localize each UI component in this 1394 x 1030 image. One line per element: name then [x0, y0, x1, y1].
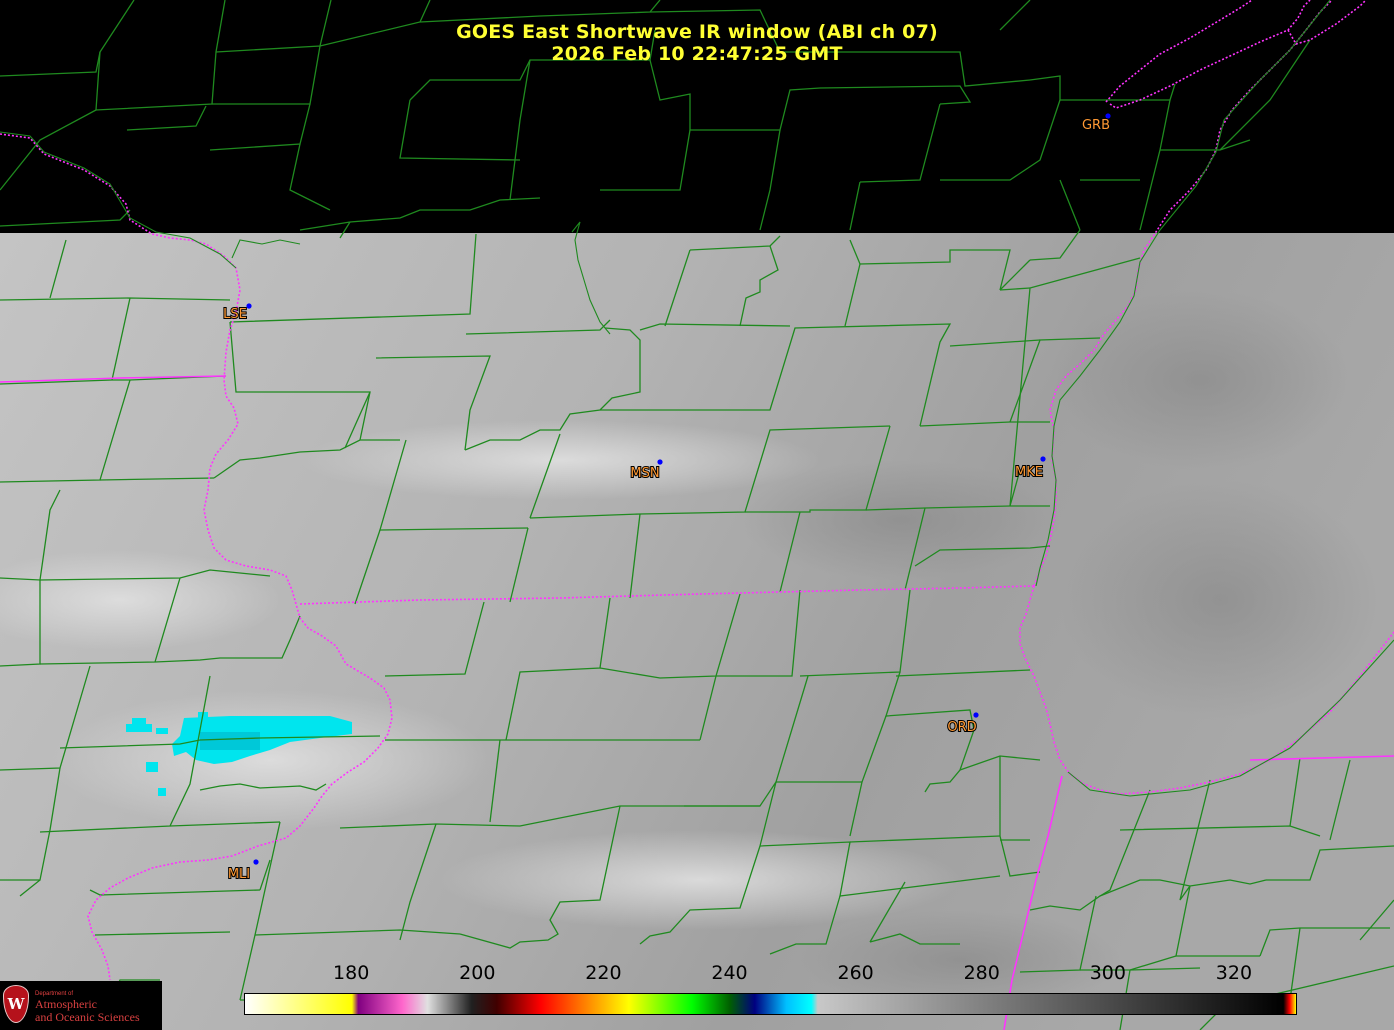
observation-datetime: 2026 Feb 10 22:47:25 GMT [551, 43, 843, 65]
product-title: GOES East Shortwave IR window (ABI ch 07… [456, 21, 938, 43]
colorbar-tick-label: 300 [1089, 962, 1126, 984]
station-label: GRB [1082, 118, 1110, 133]
colorbar-tick-label: 200 [459, 962, 496, 984]
colorbar-tick-label: 280 [963, 962, 1000, 984]
temperature-colorbar [244, 993, 1297, 1015]
colorbar-tick-label: 220 [585, 962, 622, 984]
colorbar-tick-label: 260 [837, 962, 874, 984]
satellite-map[interactable]: GRB LSE MSN MKE ORD MLI [0, 0, 1394, 1030]
station-dot-icon [253, 859, 259, 865]
colorbar-tick-label: 320 [1215, 962, 1253, 984]
station-label: ORD [947, 720, 976, 735]
colorbar-tick-label: 180 [333, 962, 370, 984]
aos-logo: W Department of Atmospheric and Oceanic … [0, 981, 162, 1030]
station-dot-icon [657, 459, 663, 465]
station-dot-icon [1040, 456, 1046, 462]
station-label: MKE [1015, 465, 1043, 480]
station-label: MLI [228, 867, 250, 882]
station-label: LSE [223, 307, 247, 322]
station-label: MSN [630, 466, 659, 481]
station-dot-icon [973, 712, 979, 718]
uw-crest-icon: W [3, 985, 29, 1023]
station-dot-icon [246, 303, 252, 309]
logo-line-2: and Oceanic Sciences [35, 1010, 140, 1024]
station-grb[interactable]: GRB [1081, 113, 1111, 134]
colorbar-tick-label: 240 [711, 962, 748, 984]
